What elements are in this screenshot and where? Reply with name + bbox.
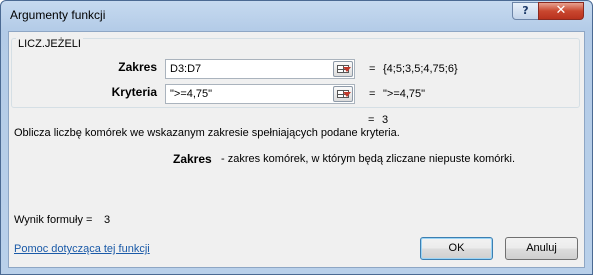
zakres-evaluated: {4;5;3,5;4,75;6} <box>383 63 458 75</box>
help-button[interactable]: ? <box>512 2 539 20</box>
param-description: - zakres komórek, w którym będą zliczane… <box>221 153 516 165</box>
formula-result-label: Wynik formuły = <box>14 214 93 226</box>
arg-label-zakres: Zakres <box>118 60 157 74</box>
zakres-eq: = <box>369 63 376 75</box>
kryteria-value[interactable]: ">=4,75" <box>166 88 333 100</box>
zakres-collapse-button[interactable] <box>333 61 353 77</box>
param-name: Zakres <box>173 152 212 166</box>
arg-label-kryteria: Kryteria <box>111 85 157 99</box>
cancel-button[interactable]: Anuluj <box>505 237 578 260</box>
ok-button[interactable]: OK <box>420 237 493 260</box>
collapse-arrow-icon <box>343 92 351 97</box>
kryteria-eq: = <box>369 88 376 100</box>
help-icon: ? <box>522 4 529 17</box>
window-title: Argumenty funkcji <box>10 8 106 22</box>
result-eq: = <box>368 114 375 126</box>
kryteria-input[interactable]: ">=4,75" <box>165 84 355 104</box>
help-link[interactable]: Pomoc dotycząca tej funkcji <box>14 243 150 255</box>
result-value: 3 <box>382 114 389 126</box>
formula-result-value: 3 <box>104 214 111 226</box>
kryteria-evaluated: ">=4,75" <box>383 88 426 100</box>
dialog-body: LICZ.JEŻELI Zakres D3:D7 = {4;5;3,5;4,75… <box>8 31 585 268</box>
dialog-window: Argumenty funkcji ? ✕ LICZ.JEŻELI Zakres… <box>0 0 593 275</box>
close-icon: ✕ <box>555 3 567 18</box>
kryteria-collapse-button[interactable] <box>333 86 353 102</box>
title-bar[interactable]: Argumenty funkcji ? ✕ <box>1 1 592 31</box>
collapse-arrow-icon <box>343 67 351 72</box>
zakres-input[interactable]: D3:D7 <box>165 59 355 79</box>
arguments-group: LICZ.JEŻELI Zakres D3:D7 = {4;5;3,5;4,75… <box>11 38 580 108</box>
zakres-value[interactable]: D3:D7 <box>166 63 333 75</box>
close-button[interactable]: ✕ <box>538 2 584 20</box>
function-name: LICZ.JEŻELI <box>16 38 83 50</box>
function-description: Oblicza liczbę komórek we wskazanym zakr… <box>14 127 400 139</box>
